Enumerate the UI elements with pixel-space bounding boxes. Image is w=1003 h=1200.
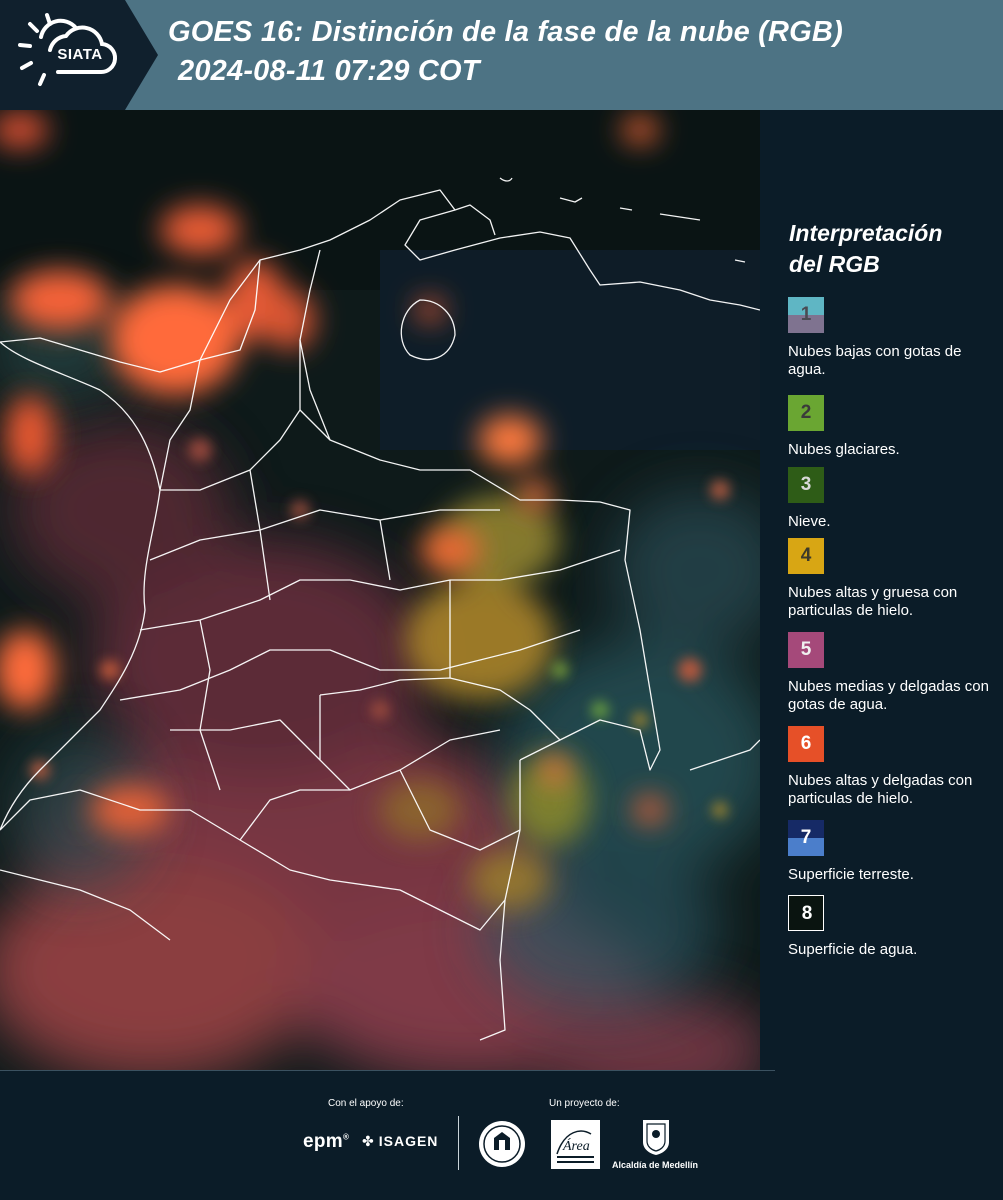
legend-swatch-number: 4 — [800, 545, 812, 566]
isagen-mark-icon: ✤ — [362, 1133, 375, 1149]
legend-swatch-number: 2 — [800, 402, 812, 423]
area-metropolitana-logo[interactable]: Área — [551, 1120, 600, 1169]
legend-item-6: 6 Nubes altas y delgadas con particulas d… — [788, 726, 1003, 808]
legend-item-1: 1 Nubes bajas con gotas de agua. — [788, 297, 1003, 379]
legend-swatch: 8 — [788, 895, 824, 931]
alcaldia-shield-icon[interactable] — [641, 1118, 671, 1156]
legend-swatch-number: 6 — [800, 733, 812, 754]
timestamp: 2024-08-11 07:29 COT — [178, 55, 480, 87]
support-label: Con el apoyo de: — [328, 1098, 404, 1109]
isagen-logo[interactable]: ✤ ISAGEN — [362, 1133, 438, 1150]
satellite-map[interactable] — [0, 110, 760, 1070]
legend-title-line1: Interpretación — [789, 220, 943, 246]
legend-swatch: 7 — [788, 820, 824, 856]
legend-panel: Interpretación del RGB 1 Nubes bajas con … — [760, 110, 1003, 1070]
legend-swatch: 6 — [788, 726, 824, 762]
footer: Con el apoyo de: Un proyecto de: epm® ✤ I… — [0, 1070, 1003, 1200]
legend-swatch: 2 — [788, 395, 824, 431]
legend-item-2: 2 Nubes glaciares. — [788, 395, 1003, 459]
legend-item-label: Superficie terreste. — [788, 866, 914, 883]
legend-item-label: Nubes glaciares. — [788, 441, 900, 458]
legend-item-label: Superficie de agua. — [788, 941, 918, 958]
legend-item-label: Nubes altas y delgadas con particulas de… — [788, 772, 973, 807]
siata-logo[interactable]: SIATA — [0, 0, 160, 110]
legend-swatch-number: 3 — [800, 474, 812, 495]
legend-item-label: Nieve. — [788, 513, 831, 530]
area-logo-icon: Área — [556, 1130, 594, 1163]
legend-item-label: Nubes altas y gruesa con particulas de h… — [788, 584, 958, 619]
legend-swatch: 4 — [788, 538, 824, 574]
header-bar: SIATA GOES 16: Distinción de la fase de … — [0, 0, 1003, 110]
legend-item-7: 7 Superficie terreste. — [788, 820, 1003, 884]
legend-item-4: 4 Nubes altas y gruesa con particulas de … — [788, 538, 1003, 620]
legend-swatch: 1 — [788, 297, 824, 333]
legend-item-label: Nubes medias y delgadas con gotas de agu… — [788, 678, 989, 713]
logo-separator — [458, 1116, 459, 1170]
legend-swatch: 3 — [788, 467, 824, 503]
project-label: Un proyecto de: — [549, 1098, 620, 1109]
legend-item-8: 8 Superficie de agua. — [788, 895, 1003, 959]
rgb-satellite-image — [0, 110, 760, 1070]
legend-title-line2: del RGB — [789, 251, 880, 277]
legend-swatch-number: 1 — [800, 304, 812, 325]
legend-swatch-number: 7 — [800, 827, 812, 848]
legend-item-3: 3 Nieve. — [788, 467, 1003, 531]
legend-item-label: Nubes bajas con gotas de agua. — [788, 343, 962, 378]
area-logo-text: Área — [562, 1137, 590, 1154]
epm-logo-text: epm — [303, 1131, 343, 1152]
siata-logo-text: SIATA — [57, 46, 103, 63]
page-title: GOES 16: Distinción de la fase de la nub… — [168, 16, 843, 48]
isagen-logo-text: ISAGEN — [378, 1133, 439, 1149]
footer-divider-line — [0, 1070, 775, 1071]
legend-swatch-number: 5 — [800, 639, 812, 660]
epm-logo[interactable]: epm® — [303, 1131, 349, 1153]
legend-swatch-number: 8 — [801, 903, 813, 924]
legend-item-5: 5 Nubes medias y delgadas con gotas de ag… — [788, 632, 1003, 714]
legend-swatch: 5 — [788, 632, 824, 668]
legend-title: Interpretación del RGB — [789, 218, 989, 280]
medellin-seal-icon[interactable] — [478, 1120, 526, 1168]
alcaldia-logo-text: Alcaldía de Medellín — [612, 1160, 699, 1170]
